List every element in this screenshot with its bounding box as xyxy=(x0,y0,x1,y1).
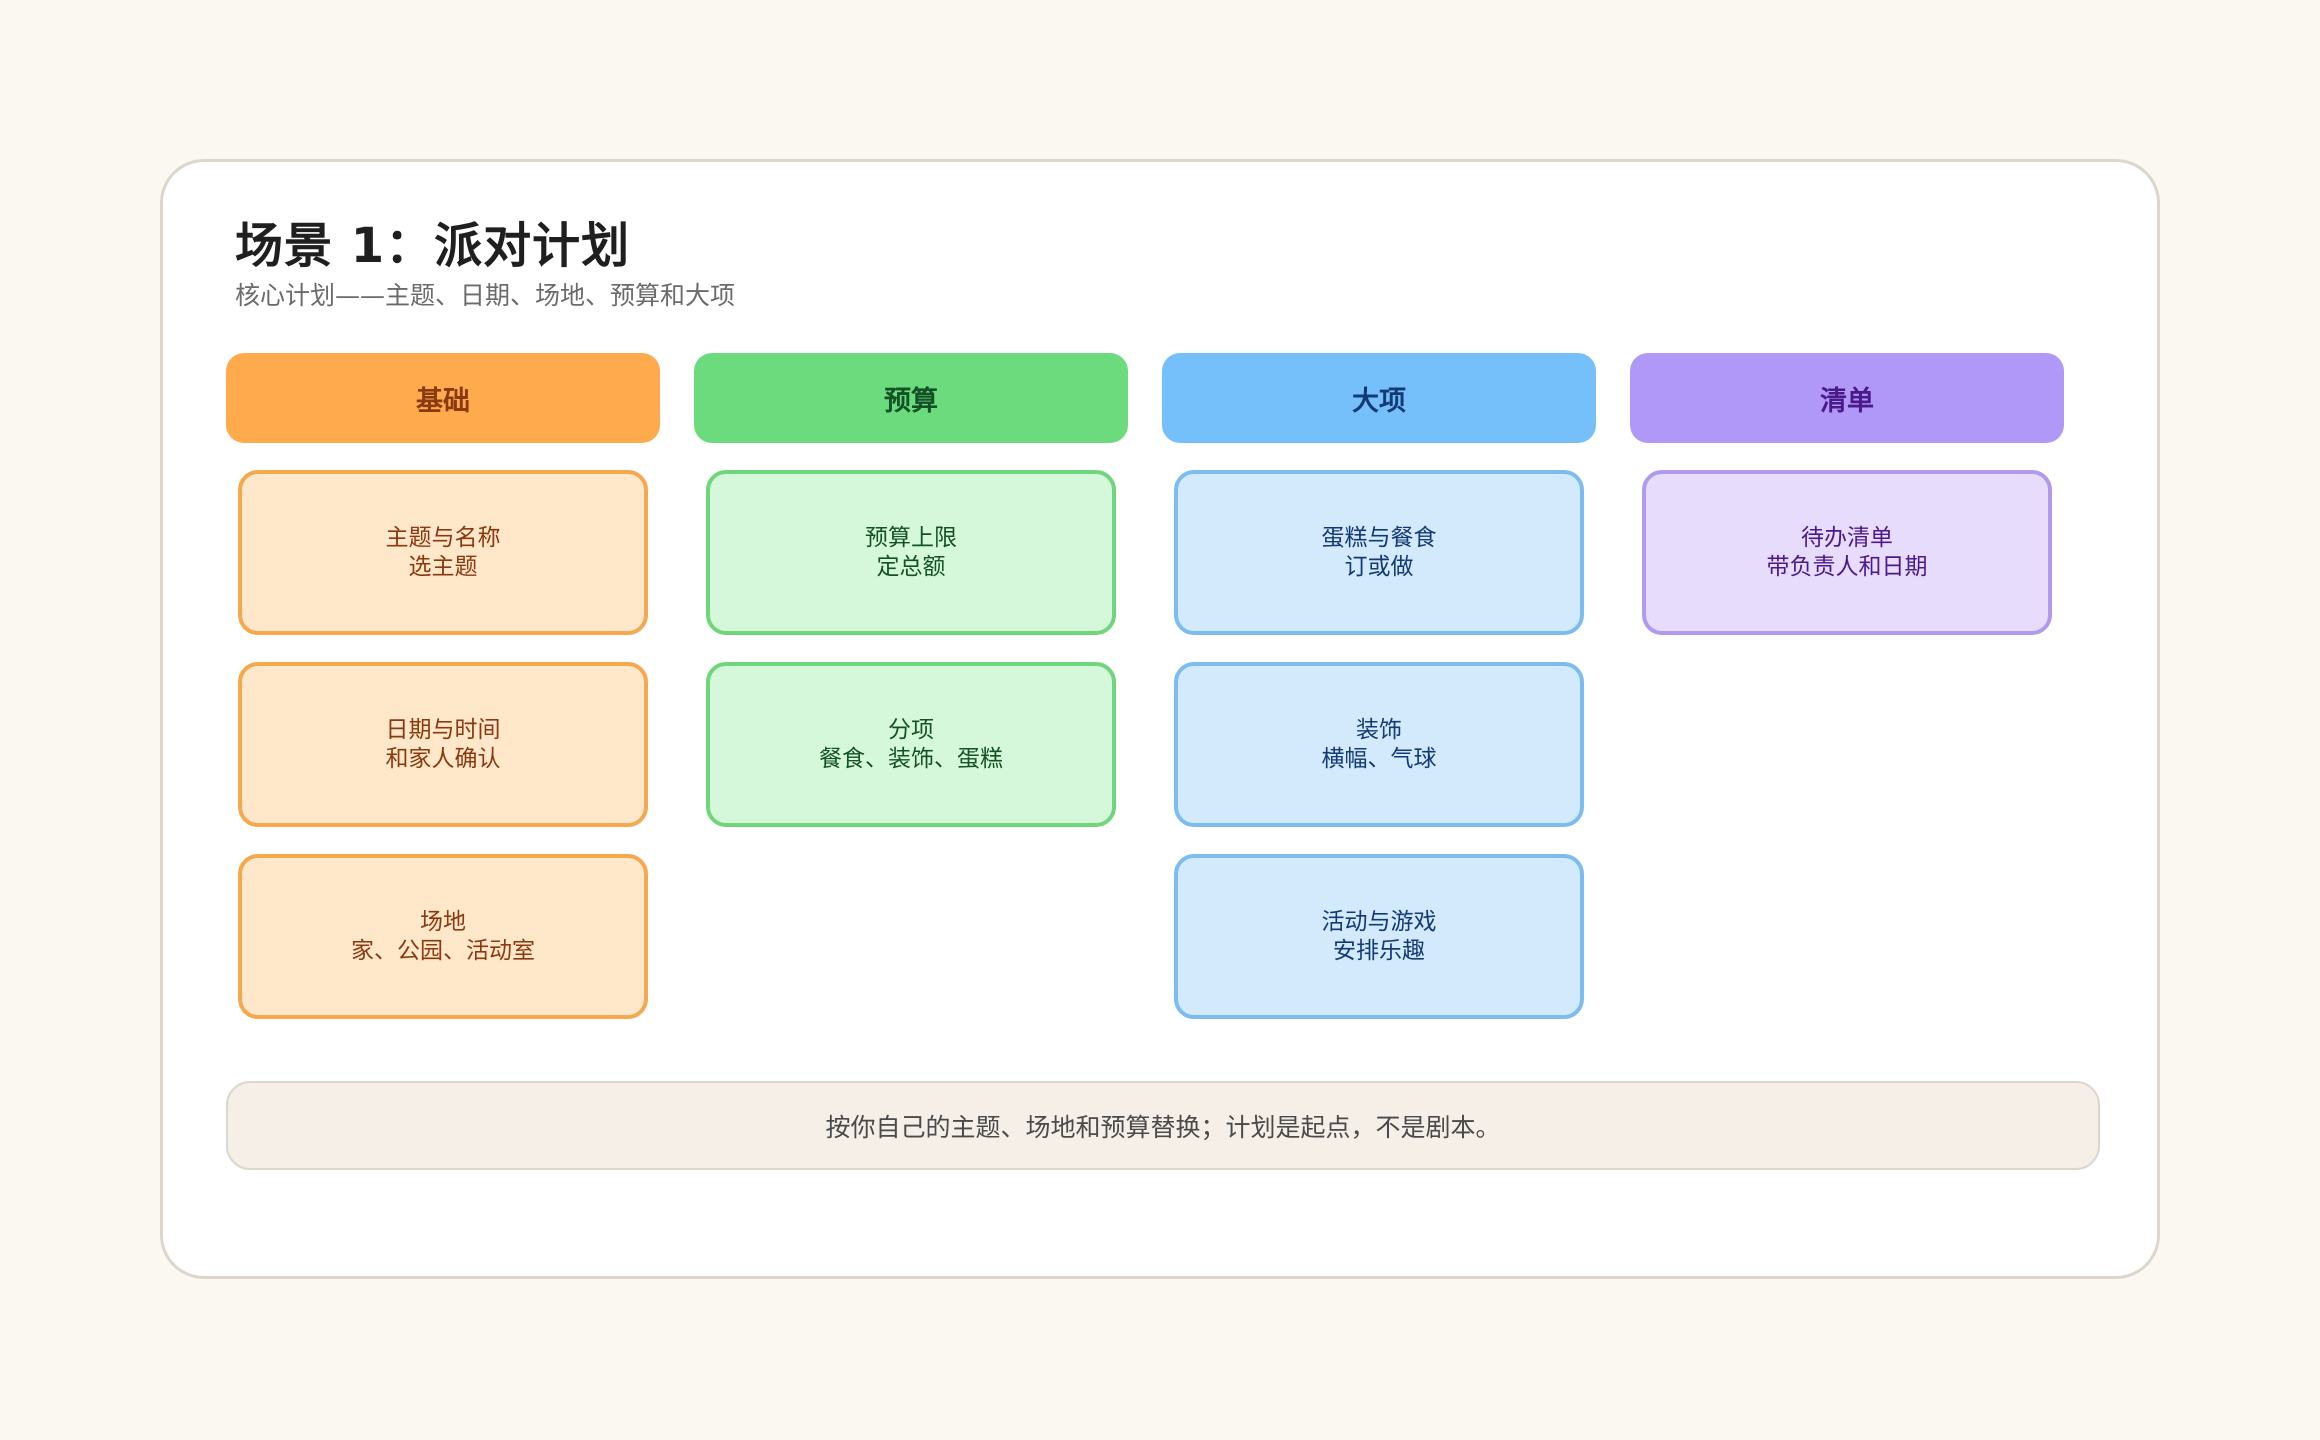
page-title: 场景 1：派对计划 xyxy=(235,218,631,274)
node-detail: 订或做 xyxy=(1344,553,1414,580)
node-detail: 选主题 xyxy=(408,553,478,580)
node-detail: 和家人确认 xyxy=(385,745,501,772)
column-header-foundation: 基础 xyxy=(226,353,660,443)
column-header-label: 预算 xyxy=(884,385,938,417)
node-detail: 横幅、气球 xyxy=(1321,745,1437,772)
footer-note: 按你自己的主题、场地和预算替换；计划是起点，不是剧本。 xyxy=(226,1081,2100,1170)
node-detail: 家、公园、活动室 xyxy=(351,937,535,964)
node-cake-food: 蛋糕与餐食 订或做 xyxy=(1174,470,1584,635)
column-header-label: 基础 xyxy=(416,385,470,417)
node-title: 待办清单 xyxy=(1801,524,1893,551)
node-title: 装饰 xyxy=(1356,716,1402,743)
footer-text: 按你自己的主题、场地和预算替换；计划是起点，不是剧本。 xyxy=(825,1112,1501,1142)
scenario-card: 场景 1：派对计划 核心计划——主题、日期、场地、预算和大项 基础 主题与名称 … xyxy=(160,159,2160,1279)
node-title: 蛋糕与餐食 xyxy=(1321,524,1437,551)
node-title: 主题与名称 xyxy=(385,524,501,551)
column-header-major-items: 大项 xyxy=(1162,353,1596,443)
node-detail: 安排乐趣 xyxy=(1333,937,1425,964)
node-activities: 活动与游戏 安排乐趣 xyxy=(1174,854,1584,1019)
node-todo-list: 待办清单 带负责人和日期 xyxy=(1642,470,2052,635)
node-budget-items: 分项 餐食、装饰、蛋糕 xyxy=(706,662,1116,827)
node-title: 场地 xyxy=(420,908,466,935)
node-detail: 带负责人和日期 xyxy=(1766,553,1928,580)
column-header-budget: 预算 xyxy=(694,353,1128,443)
column-header-checklist: 清单 xyxy=(1630,353,2064,443)
node-title: 日期与时间 xyxy=(385,716,501,743)
page-subtitle: 核心计划——主题、日期、场地、预算和大项 xyxy=(235,281,736,310)
node-title: 活动与游戏 xyxy=(1321,908,1437,935)
node-budget-cap: 预算上限 定总额 xyxy=(706,470,1116,635)
node-theme: 主题与名称 选主题 xyxy=(238,470,648,635)
node-decorations: 装饰 横幅、气球 xyxy=(1174,662,1584,827)
node-title: 分项 xyxy=(888,716,934,743)
node-venue: 场地 家、公园、活动室 xyxy=(238,854,648,1019)
node-detail: 定总额 xyxy=(876,553,946,580)
node-title: 预算上限 xyxy=(865,524,957,551)
node-date: 日期与时间 和家人确认 xyxy=(238,662,648,827)
column-header-label: 大项 xyxy=(1352,385,1406,417)
node-detail: 餐食、装饰、蛋糕 xyxy=(819,745,1003,772)
column-header-label: 清单 xyxy=(1820,385,1874,417)
